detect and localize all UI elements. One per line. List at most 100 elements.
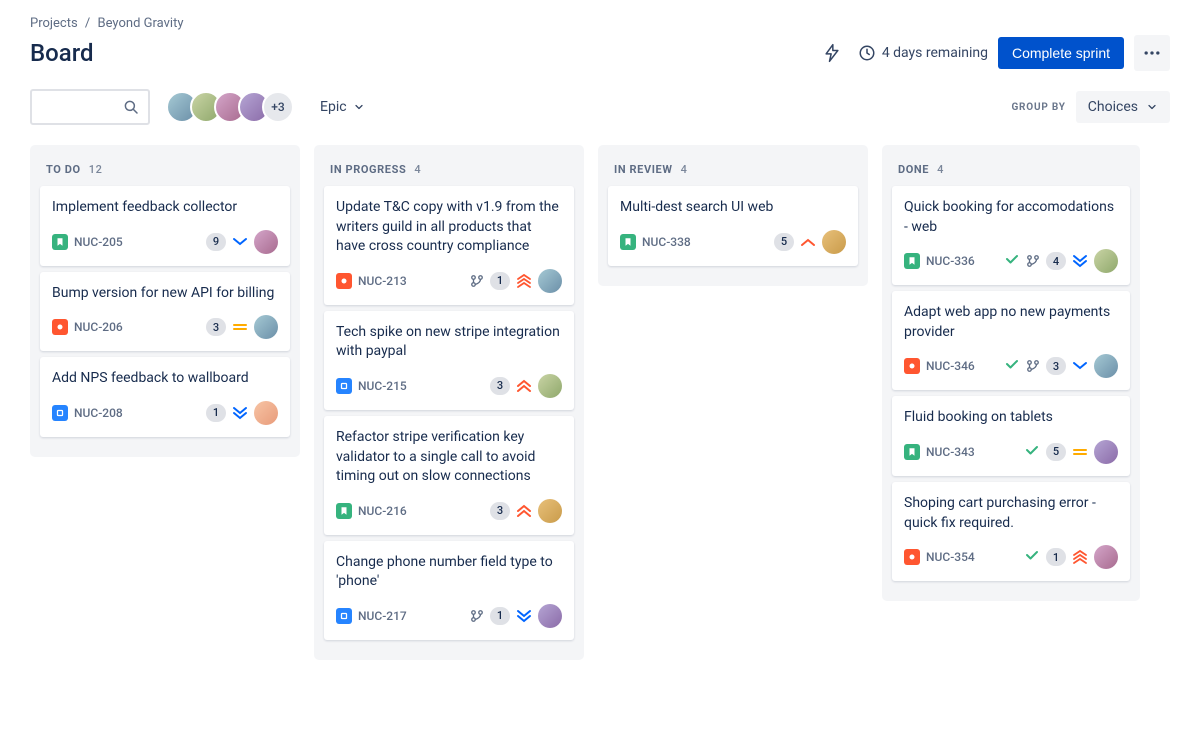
story-points-badge: 3 (490, 502, 510, 520)
breadcrumb: Projects / Beyond Gravity (30, 16, 1170, 31)
done-check-icon (1004, 356, 1020, 376)
story-points-badge: 1 (1046, 548, 1066, 566)
story-points-badge: 1 (490, 607, 510, 625)
issue-key: NUC-208 (74, 406, 123, 420)
priority-icon (1072, 253, 1088, 269)
issue-key: NUC-217 (358, 609, 407, 623)
card-title: Update T&C copy with v1.9 from the write… (336, 198, 562, 257)
priority-highest-icon (1072, 549, 1088, 565)
issue-card[interactable]: Update T&C copy with v1.9 from the write… (324, 186, 574, 305)
issue-card[interactable]: Refactor stripe verification key validat… (324, 416, 574, 535)
done-check-icon (1024, 442, 1040, 462)
assignee-avatar[interactable] (1094, 545, 1118, 569)
issue-card[interactable]: Shoping cart purchasing error - quick fi… (892, 482, 1130, 581)
issue-card[interactable]: Add NPS feedback to wallboard NUC-208 1 (40, 357, 290, 437)
task-icon (52, 405, 68, 421)
issue-key: NUC-343 (926, 445, 975, 459)
card-title: Fluid booking on tablets (904, 408, 1118, 428)
priority-lowest-icon (1072, 253, 1088, 269)
priority-icon (516, 273, 532, 289)
story-icon (904, 444, 920, 460)
issue-card[interactable]: Change phone number field type to 'phone… (324, 541, 574, 640)
issue-card[interactable]: Bump version for new API for billing NUC… (40, 272, 290, 352)
kanban-board: TO DO 12 Implement feedback collector NU… (30, 145, 1170, 660)
more-icon (1142, 43, 1162, 63)
priority-lowest-icon (232, 405, 248, 421)
board-column: TO DO 12 Implement feedback collector NU… (30, 145, 300, 457)
priority-icon (1072, 444, 1088, 460)
breadcrumb-parent[interactable]: Projects (30, 16, 78, 31)
branch-icon (1026, 359, 1040, 373)
issue-card[interactable]: Multi-dest search UI web NUC-338 5 (608, 186, 858, 266)
issue-card[interactable]: Tech spike on new stripe integration wit… (324, 311, 574, 410)
story-points-badge: 5 (774, 233, 794, 251)
assignee-avatar[interactable] (538, 499, 562, 523)
priority-icon (800, 234, 816, 250)
story-points-badge: 3 (206, 318, 226, 336)
issue-key: NUC-338 (642, 235, 691, 249)
group-by-label: GROUP BY (1011, 102, 1065, 113)
breadcrumb-sep: / (85, 16, 90, 31)
assignee-avatar[interactable] (1094, 249, 1118, 273)
column-name: DONE (898, 163, 929, 176)
issue-card[interactable]: Quick booking for accomodations - web NU… (892, 186, 1130, 285)
priority-icon (516, 608, 532, 624)
search-input[interactable] (30, 89, 150, 125)
assignee-avatar[interactable] (822, 230, 846, 254)
avatar-more[interactable]: +3 (262, 91, 294, 123)
board-column: IN PROGRESS 4 Update T&C copy with v1.9 … (314, 145, 584, 660)
priority-icon (232, 234, 248, 250)
priority-lowest-icon (516, 608, 532, 624)
column-header: DONE 4 (888, 153, 1134, 186)
issue-key: NUC-205 (74, 235, 123, 249)
card-title: Add NPS feedback to wallboard (52, 369, 278, 389)
card-title: Shoping cart purchasing error - quick fi… (904, 494, 1118, 533)
card-title: Tech spike on new stripe integration wit… (336, 323, 562, 362)
time-remaining-label: 4 days remaining (882, 45, 988, 61)
board-column: DONE 4 Quick booking for accomodations -… (882, 145, 1140, 601)
issue-card[interactable]: Implement feedback collector NUC-205 9 (40, 186, 290, 266)
story-points-badge: 9 (206, 233, 226, 251)
assignee-avatar[interactable] (538, 269, 562, 293)
issue-key: NUC-215 (358, 379, 407, 393)
more-actions-button[interactable] (1134, 35, 1170, 71)
assignee-avatar[interactable] (254, 401, 278, 425)
priority-low-icon (1072, 358, 1088, 374)
priority-icon (232, 319, 248, 335)
story-points-badge: 4 (1046, 252, 1066, 270)
assignee-avatar[interactable] (1094, 354, 1118, 378)
assignee-avatar[interactable] (254, 315, 278, 339)
branch-icon (1026, 254, 1040, 268)
issue-key: NUC-336 (926, 254, 975, 268)
column-count: 4 (414, 163, 421, 176)
priority-high-icon (516, 503, 532, 519)
issue-card[interactable]: Adapt web app no new payments provider N… (892, 291, 1130, 390)
assignee-avatar[interactable] (254, 230, 278, 254)
priority-icon (232, 405, 248, 421)
group-by-select[interactable]: Choices (1076, 91, 1170, 123)
column-header: IN REVIEW 4 (604, 153, 862, 186)
issue-key: NUC-213 (358, 274, 407, 288)
priority-icon (516, 503, 532, 519)
time-remaining: 4 days remaining (858, 44, 988, 62)
assignee-avatar[interactable] (1094, 440, 1118, 464)
assignee-avatar[interactable] (538, 604, 562, 628)
board-column: IN REVIEW 4 Multi-dest search UI web NUC… (598, 145, 868, 286)
assignee-avatars[interactable]: +3 (166, 91, 294, 123)
column-name: IN REVIEW (614, 163, 673, 176)
assignee-avatar[interactable] (538, 374, 562, 398)
automation-button[interactable] (816, 37, 848, 69)
complete-sprint-button[interactable]: Complete sprint (998, 37, 1124, 69)
done-check-icon (1024, 547, 1040, 567)
issue-key: NUC-346 (926, 359, 975, 373)
breadcrumb-current[interactable]: Beyond Gravity (98, 16, 184, 31)
bolt-icon (822, 43, 842, 63)
story-points-badge: 3 (490, 377, 510, 395)
card-title: Bump version for new API for billing (52, 284, 278, 304)
priority-icon (1072, 358, 1088, 374)
search-icon (122, 98, 140, 116)
bug-icon (52, 319, 68, 335)
issue-card[interactable]: Fluid booking on tablets NUC-343 5 (892, 396, 1130, 476)
epic-filter[interactable]: Epic (310, 93, 375, 121)
card-title: Quick booking for accomodations - web (904, 198, 1118, 237)
